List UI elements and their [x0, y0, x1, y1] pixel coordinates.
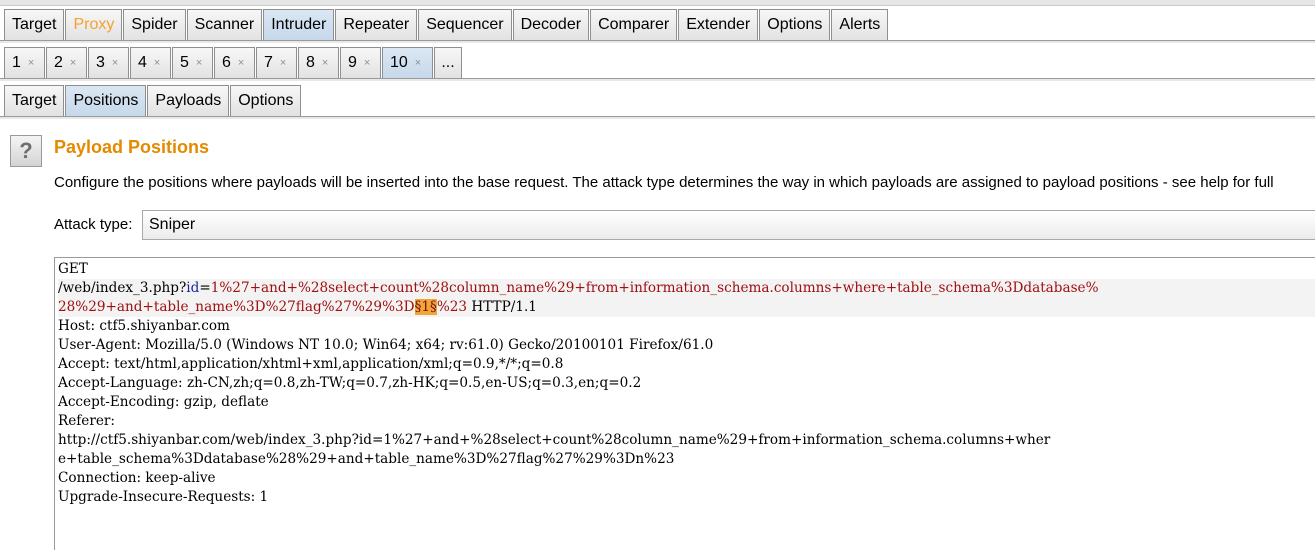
request-line: 28%29+and+table_name%3D%27flag%27%29%3D§… [58, 298, 1315, 317]
attack-tab[interactable]: 6 × [214, 47, 255, 78]
attack-tab-label: 6 [222, 54, 231, 71]
close-icon[interactable]: × [154, 57, 160, 69]
panel-description: Configure the positions where payloads w… [54, 174, 1274, 191]
tab-spider[interactable]: Spider [123, 9, 186, 40]
tab-scanner[interactable]: Scanner [186, 9, 263, 40]
header-line: Accept: text/html,application/xhtml+xml,… [58, 356, 564, 372]
attack-tab-label: 8 [306, 54, 315, 71]
attack-tab[interactable]: 1 × [4, 47, 45, 78]
tab-sequencer[interactable]: Sequencer [418, 9, 512, 40]
attack-tab-label: 1 [12, 54, 21, 71]
close-icon[interactable]: × [280, 57, 286, 69]
sub-tab-bar: Target Positions Payloads Options [4, 85, 302, 116]
attack-tab[interactable]: 8 × [298, 47, 339, 78]
tab-decoder[interactable]: Decoder [512, 9, 590, 40]
close-icon[interactable]: × [70, 57, 76, 69]
request-line: /web/index_3.php?id=1%27+and+%28select+c… [58, 279, 1315, 298]
http-version: HTTP/1.1 [467, 299, 537, 315]
attack-tab-label: 4 [138, 54, 147, 71]
tab-divider [0, 116, 1315, 119]
header-line: Accept-Language: zh-CN,zh;q=0.8,zh-TW;q=… [58, 375, 642, 391]
close-icon[interactable]: × [238, 57, 244, 69]
param-value: 1%27+and+%28select+count%28column_name%2… [210, 280, 1099, 296]
tab-target[interactable]: Target [4, 9, 65, 40]
header-line: Upgrade-Insecure-Requests: 1 [58, 489, 269, 505]
tab-intruder[interactable]: Intruder [263, 9, 335, 40]
header-line: Connection: keep-alive [58, 470, 216, 486]
attack-tab-label: 10 [390, 54, 408, 71]
tab-options[interactable]: Options [759, 9, 831, 40]
attack-type-select[interactable]: Sniper [142, 210, 1315, 240]
param-value: %23 [436, 299, 468, 315]
attack-tab-label: 5 [180, 54, 189, 71]
header-line: e+table_schema%3Ddatabase%28%29+and+tabl… [58, 451, 675, 467]
header-line: Referer: [58, 413, 115, 429]
window-top-strip [0, 0, 1315, 6]
subtab-target[interactable]: Target [4, 85, 65, 116]
close-icon[interactable]: × [364, 57, 370, 69]
close-icon[interactable]: × [112, 57, 118, 69]
subtab-positions[interactable]: Positions [65, 85, 147, 116]
subtab-options[interactable]: Options [230, 85, 302, 116]
attack-tab[interactable]: 9 × [340, 47, 381, 78]
close-icon[interactable]: × [415, 57, 421, 69]
param-key: id [186, 280, 200, 296]
close-icon[interactable]: × [28, 57, 34, 69]
attack-tab[interactable]: 4 × [130, 47, 171, 78]
header-line: http://ctf5.shiyanbar.com/web/index_3.ph… [58, 432, 1051, 448]
attack-tab[interactable]: 7 × [256, 47, 297, 78]
param-value: 28%29+and+table_name%3D%27flag%27%29%3D [58, 299, 415, 315]
request-line: GET [58, 261, 88, 277]
tab-divider [0, 40, 1315, 43]
close-icon[interactable]: × [196, 57, 202, 69]
tab-alerts[interactable]: Alerts [831, 9, 889, 40]
tab-proxy[interactable]: Proxy [65, 9, 123, 40]
panel-title: Payload Positions [54, 137, 210, 157]
attack-tab-label: 7 [264, 54, 273, 71]
request-editor[interactable]: GET /web/index_3.php?id=1%27+and+%28sele… [54, 257, 1315, 550]
attack-type-label: Attack type: [54, 216, 133, 233]
attack-tab[interactable]: 5 × [172, 47, 213, 78]
param-equals: = [199, 280, 211, 296]
tab-repeater[interactable]: Repeater [335, 9, 418, 40]
payload-marker: §1§ [414, 299, 437, 315]
main-tab-bar: Target Proxy Spider Scanner Intruder Rep… [4, 9, 889, 40]
attack-tab-label: 2 [54, 54, 63, 71]
tab-divider [0, 78, 1315, 81]
attack-tab-label: 3 [96, 54, 105, 71]
subtab-payloads[interactable]: Payloads [147, 85, 230, 116]
attack-tab-selected[interactable]: 10 × [382, 47, 433, 78]
attack-tab[interactable]: 3 × [88, 47, 129, 78]
close-icon[interactable]: × [322, 57, 328, 69]
header-line: Host: ctf5.shiyanbar.com [58, 318, 230, 334]
attack-tab-bar: 1 × 2 × 3 × 4 × 5 × 6 × 7 × 8 × 9 × 10 × ... [4, 47, 463, 78]
help-icon[interactable]: ? [10, 135, 42, 167]
header-line: User-Agent: Mozilla/5.0 (Windows NT 10.0… [58, 337, 714, 353]
new-tab-button[interactable]: ... [434, 47, 462, 78]
attack-tab[interactable]: 2 × [46, 47, 87, 78]
request-path: /web/index_3.php? [58, 280, 187, 296]
attack-tab-label: 9 [348, 54, 357, 71]
header-line: Accept-Encoding: gzip, deflate [58, 394, 269, 410]
tab-comparer[interactable]: Comparer [590, 9, 678, 40]
tab-extender[interactable]: Extender [678, 9, 759, 40]
